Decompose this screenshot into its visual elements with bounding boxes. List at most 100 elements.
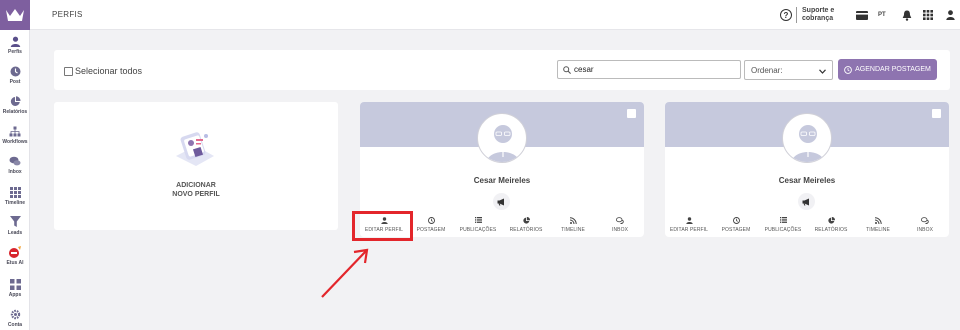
avatar[interactable] [477,113,527,163]
sidebar-item-label: Perfis [8,49,22,55]
pie-chart-icon [827,216,835,224]
sidebar-item-perfis[interactable]: Perfis [0,34,30,55]
language-selector[interactable]: PT [878,9,886,21]
apps-icon [8,277,22,291]
grid-icon [8,185,22,199]
search-value: cesar [574,65,594,74]
edit-profile-label: EDITAR PERFIL [669,227,709,233]
sidebar-item-label: Inbox [8,169,22,175]
pie-chart-icon [8,94,22,108]
sidebar-item-timeline[interactable]: Timeline [0,185,30,206]
clock-icon [732,216,740,224]
sidebar-item-label: Apps [8,292,22,298]
search-input[interactable]: cesar [557,60,741,79]
timeline-label: TIMELINE [866,227,890,233]
order-value: Ordenar: [751,65,783,75]
sidebar-item-workflows[interactable]: Workflows [0,124,30,145]
sidebar-item-label: Relatórios [2,109,28,115]
publications-label: PUBLICAÇÕES [459,227,497,233]
publications-button[interactable]: PUBLICAÇÕES [452,216,504,233]
sidebar-item-post[interactable]: Post [0,64,30,85]
bell-icon[interactable] [902,9,912,21]
account-icon[interactable] [946,9,955,21]
help-icon[interactable]: ? [780,9,792,21]
clock-icon [844,65,852,74]
rss-icon [569,216,577,224]
inbox-label: INBOX [611,227,629,233]
sidebar-item-conta[interactable]: Conta [0,307,30,328]
profile-card: Cesar Meireles EDITAR PERFIL POSTAGEM PU… [665,102,949,237]
list-icon [474,216,482,224]
reports-label: RELATÓRIOS [509,227,543,233]
rss-icon [874,216,882,224]
support-link[interactable]: Suporte e cobrança [796,7,844,23]
crown-logo[interactable] [0,0,30,30]
profile-name: Cesar Meireles [473,176,531,185]
sidebar-item-label: Etus AI [6,260,24,266]
post-label: POSTAGEM [416,227,446,233]
add-profile-label: ADICIONAR NOVO PERFIL [54,181,338,199]
add-profile-line-2: NOVO PERFIL [172,191,220,198]
pie-chart-icon [522,216,530,224]
filter-icon [8,215,22,229]
sidebar-item-leads[interactable]: Leads [0,215,30,236]
publications-button[interactable]: PUBLICAÇÕES [757,216,809,233]
support-line-2: cobrança [802,15,834,22]
megaphone-icon[interactable] [493,193,510,210]
select-all[interactable]: Selecionar todos [64,66,142,76]
credit-card-icon[interactable] [856,9,868,21]
gear-icon [8,307,22,321]
user-icon [8,34,22,48]
profile-actions: EDITAR PERFIL POSTAGEM PUBLICAÇÕES RELAT… [665,216,949,234]
megaphone-icon[interactable] [798,193,815,210]
publications-label: PUBLICAÇÕES [764,227,802,233]
sidebar-item-label: Timeline [4,200,26,206]
sidebar-item-label: Workflows [2,139,28,145]
workflow-icon [8,124,22,138]
support-line-1: Suporte e [802,7,835,14]
inbox-button[interactable]: INBOX [594,216,644,233]
schedule-post-label: AGENDAR POSTAGEM [855,66,931,73]
order-select[interactable]: Ordenar: [744,60,833,80]
add-profile-line-1: ADICIONAR [176,182,216,189]
profile-select-checkbox[interactable] [932,109,941,118]
chevron-down-icon [819,61,826,79]
sidebar-item-apps[interactable]: Apps [0,277,30,298]
annotation-arrow [300,245,380,310]
user-icon [685,216,693,224]
post-label: POSTAGEM [721,227,751,233]
add-profile-card[interactable]: ADICIONAR NOVO PERFIL [54,102,338,230]
sidebar-item-label: Conta [7,322,23,328]
apps-grid-icon[interactable] [923,9,933,21]
inbox-button[interactable]: INBOX [899,216,949,233]
edit-profile-button[interactable]: EDITAR PERFIL [665,216,715,233]
profile-name: Cesar Meireles [778,176,836,185]
profiles-toolbar: Selecionar todos cesar Ordenar: AGENDAR … [54,50,950,90]
inbox-label: INBOX [916,227,934,233]
post-button[interactable]: POSTAGEM [710,216,762,233]
search-icon [563,61,571,79]
chat-icon [616,216,624,224]
highlight-box [352,211,413,241]
timeline-button[interactable]: TIMELINE [852,216,904,233]
clock-icon [427,216,435,224]
clock-icon [8,64,22,78]
reports-button[interactable]: RELATÓRIOS [500,216,552,233]
sidebar-item-inbox[interactable]: Inbox [0,154,30,175]
sidebar-item-etus-ai[interactable]: Etus AI [0,245,30,266]
sidebar: Perfis Post Relatórios Workflows Inbox T… [0,0,30,330]
select-all-checkbox[interactable] [64,66,73,76]
schedule-post-button[interactable]: AGENDAR POSTAGEM [838,59,937,80]
timeline-button[interactable]: TIMELINE [547,216,599,233]
add-profile-illustration [172,126,218,177]
avatar[interactable] [782,113,832,163]
reports-button[interactable]: RELATÓRIOS [805,216,857,233]
top-bar: PERFIS ? Suporte e cobrança PT [30,0,960,30]
profile-select-checkbox[interactable] [627,109,636,118]
page-title: PERFIS [52,10,83,19]
sidebar-item-relatorios[interactable]: Relatórios [0,94,30,115]
select-all-label: Selecionar todos [75,66,143,76]
reports-label: RELATÓRIOS [814,227,848,233]
sidebar-item-label: Post [9,79,21,85]
sidebar-item-label: Leads [7,230,23,236]
